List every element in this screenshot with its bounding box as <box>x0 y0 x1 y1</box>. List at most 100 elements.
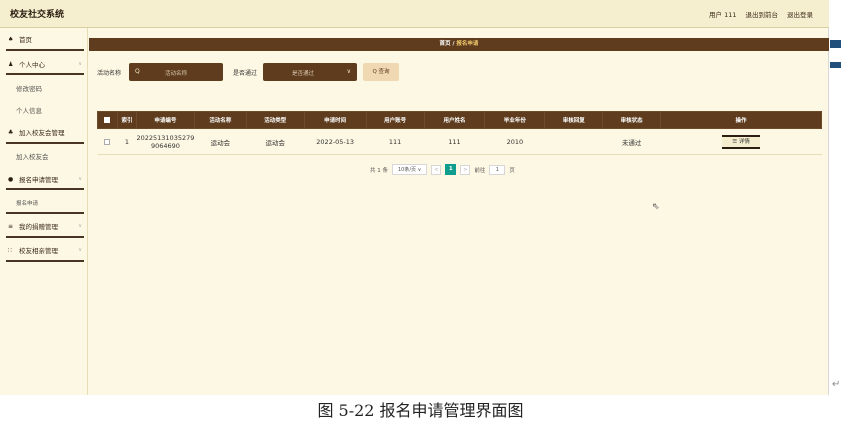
pin-icon: ● <box>8 175 14 183</box>
grid-icon: ∷ <box>8 246 12 254</box>
activity-name-input[interactable]: Q 活动名称 <box>129 63 223 81</box>
sidebar-item-label: 修改密码 <box>16 85 42 93</box>
chevron-down-icon: ∨ <box>78 176 82 182</box>
column-header: 索引 <box>116 111 137 129</box>
chevron-down-icon: ∨ <box>417 167 422 173</box>
column-header: 申请时间 <box>303 111 367 129</box>
breadcrumb-separator: / <box>452 41 455 47</box>
chevron-down-icon: ∨ <box>78 61 82 67</box>
column-header: 毕业年份 <box>484 111 546 129</box>
sidebar-item-label: 报名申请管理 <box>19 176 58 184</box>
sidebar-item-label: 首页 <box>19 36 32 44</box>
sidebar-item-label: 加入校友会管理 <box>19 129 65 137</box>
search-icon: Q <box>372 69 377 75</box>
prev-page-button[interactable]: < <box>431 164 442 175</box>
app-window: 校友社交系统 用户 111 退出到前台 退出登录 ♠ 首页 ♟ 个人中心 ∨ 修… <box>0 0 829 395</box>
detail-button[interactable]: ☰ 详情 <box>722 134 761 149</box>
activity-name-placeholder: 活动名称 <box>164 71 187 77</box>
cell-activity-name: 运动会 <box>194 128 247 155</box>
sidebar-item-join-alumni[interactable]: 加入校友会 <box>0 147 88 165</box>
column-header: 用户账号 <box>365 111 425 129</box>
table-row: 1 20225131035279 9064690 运动会 运动会 2022-05… <box>97 128 822 155</box>
page-size-value: 10条/页 <box>398 167 417 173</box>
sidebar-item-signup-apply[interactable]: 报名申请 <box>0 194 88 212</box>
query-button[interactable]: Q 查询 <box>363 63 399 81</box>
goto-page-input[interactable]: 1 <box>489 164 506 175</box>
activity-name-label: 活动名称 <box>97 70 122 77</box>
group-icon: ♣ <box>8 128 14 136</box>
menu-divider <box>6 212 84 214</box>
breadcrumb: 首页 / 报名申请 <box>89 38 829 51</box>
sidebar-item-label: 个人中心 <box>19 61 45 69</box>
cell-index: 1 <box>117 128 137 155</box>
select-all-checkbox[interactable] <box>97 111 118 129</box>
menu-divider <box>6 260 84 262</box>
sidebar-item-label: 报名申请 <box>16 201 39 207</box>
sidebar-item-alumni-join-mgmt[interactable]: ♣ 加入校友会管理 <box>0 123 88 141</box>
column-header: 审核回复 <box>544 111 604 129</box>
detail-icon: ☰ <box>732 138 738 145</box>
column-header: 活动名称 <box>193 111 247 129</box>
menu-divider <box>6 73 84 75</box>
cell-activity-type: 运动会 <box>246 128 305 155</box>
top-links: 用户 111 退出到前台 退出登录 <box>709 9 813 19</box>
next-page-button[interactable]: > <box>460 164 471 175</box>
app-title: 校友社交系统 <box>10 10 65 20</box>
menu-divider <box>6 142 84 144</box>
sidebar-item-dating-mgmt[interactable]: ∷ 校友相亲管理 ∨ <box>0 241 88 259</box>
signup-table: 索引 申请编号 活动名称 活动类型 申请时间 用户账号 用户姓名 毕业年份 审核… <box>97 111 822 155</box>
cell-application-number: 20225131035279 9064690 <box>136 128 195 155</box>
sidebar-item-label: 我的捐赠管理 <box>19 223 58 231</box>
back-to-frontend-link[interactable]: 退出到前台 <box>746 9 779 19</box>
pagination-total: 共 1 条 <box>370 167 388 174</box>
scrollbar-marker <box>830 62 841 68</box>
cell-apply-time: 2022-05-13 <box>304 128 367 155</box>
sidebar-item-signup-mgmt[interactable]: ● 报名申请管理 ∨ <box>0 170 88 188</box>
sidebar-item-change-password[interactable]: 修改密码 <box>0 79 88 97</box>
detail-button-label: 详情 <box>738 138 750 145</box>
menu-divider <box>6 49 84 51</box>
paragraph-return-icon: ↵ <box>832 379 841 390</box>
chevron-down-icon: ∨ <box>346 68 351 75</box>
column-header: 活动类型 <box>245 111 305 129</box>
application-number-line: 9064690 <box>150 141 180 150</box>
cell-user-name: 111 <box>424 128 485 155</box>
column-header: 用户姓名 <box>423 111 486 129</box>
cell-actions: ☰ 详情 <box>660 128 822 155</box>
passed-filter-select[interactable]: 是否通过 ∨ <box>263 63 357 81</box>
sidebar-item-label: 个人信息 <box>16 107 42 115</box>
query-button-label: 查询 <box>378 69 390 75</box>
cell-grad-year: 2010 <box>484 128 545 155</box>
chevron-down-icon: ∨ <box>78 247 82 253</box>
current-user-label: 用户 111 <box>709 11 737 19</box>
top-bar: 校友社交系统 用户 111 退出到前台 退出登录 <box>0 0 829 28</box>
sidebar-item-home[interactable]: ♠ 首页 <box>0 30 88 48</box>
goto-label: 前往 <box>474 167 486 174</box>
logout-link[interactable]: 退出登录 <box>787 9 813 19</box>
sidebar-item-personal-info[interactable]: 个人信息 <box>0 101 88 119</box>
passed-filter-label: 是否通过 <box>233 70 258 77</box>
row-checkbox[interactable] <box>97 128 118 155</box>
sidebar-item-label: 加入校友会 <box>16 153 49 161</box>
application-number-line: 20225131035279 <box>136 133 195 142</box>
column-header: 操作 <box>660 111 822 129</box>
search-bar: 活动名称 Q 活动名称 是否通过 是否通过 ∨ Q 查询 <box>97 63 517 81</box>
sidebar: ♠ 首页 ♟ 个人中心 ∨ 修改密码 个人信息 ♣ 加入校友会管理 加入校友会 … <box>0 28 88 395</box>
page-unit-label: 页 <box>509 167 515 174</box>
current-page-button[interactable]: 1 <box>445 164 457 175</box>
column-header: 审核状态 <box>602 111 662 129</box>
menu-divider <box>6 188 84 190</box>
cell-account: 111 <box>366 128 425 155</box>
cell-review-status: 未通过 <box>602 128 661 155</box>
menu-divider <box>6 236 84 238</box>
page-size-select[interactable]: 10条/页 ∨ <box>392 164 428 175</box>
mouse-cursor-icon: ⇖ <box>652 202 660 212</box>
sidebar-item-personal-center[interactable]: ♟ 个人中心 ∨ <box>0 55 88 73</box>
breadcrumb-home[interactable]: 首页 <box>440 41 451 47</box>
scrollbar-marker <box>830 40 841 48</box>
home-icon: ♠ <box>8 35 14 43</box>
column-header: 申请编号 <box>135 111 195 129</box>
sidebar-item-donation-mgmt[interactable]: ≡ 我的捐赠管理 ∨ <box>0 217 88 235</box>
cell-review-reply <box>544 128 603 155</box>
user-icon: ♟ <box>8 60 14 68</box>
